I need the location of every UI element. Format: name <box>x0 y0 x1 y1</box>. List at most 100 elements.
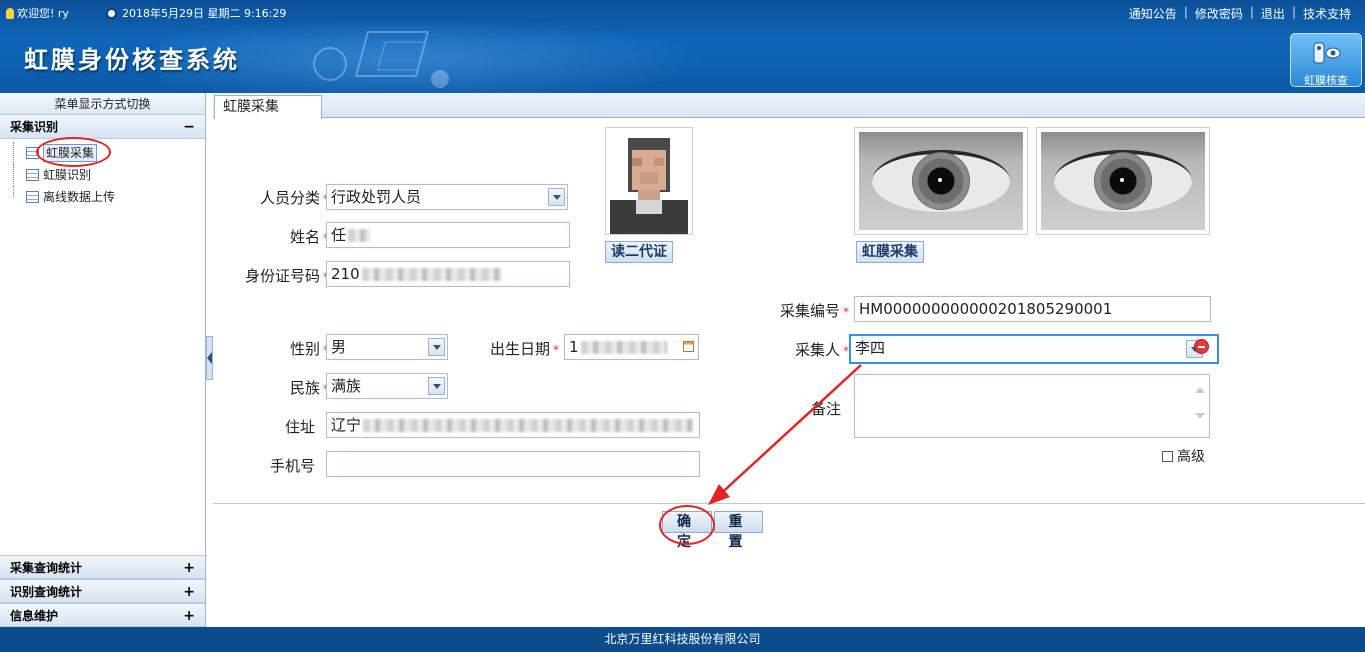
link-tech-support[interactable]: 技术支持 <box>1303 5 1351 22</box>
chevron-down-icon[interactable] <box>428 338 445 356</box>
menu-group-collect-stats[interactable]: 采集查询统计 + <box>0 555 205 579</box>
scroll-up-icon[interactable] <box>1195 387 1205 393</box>
left-iris-image <box>859 132 1023 230</box>
category-label-text: 人员分类 <box>259 189 320 207</box>
id-photo-frame <box>605 127 693 235</box>
menu-group-label: 识别查询统计 <box>10 585 83 599</box>
right-iris-frame <box>1036 127 1210 235</box>
id-photo <box>606 128 692 234</box>
redacted-block <box>363 419 694 432</box>
ethnicity-label-text: 民族 <box>289 379 320 397</box>
collector-value: 李四 <box>855 339 886 357</box>
main-panel: 虹膜采集 人员分类 * 行政处罚人员 姓名* 任 身份证号码* 210 性别* 男… <box>213 93 1365 627</box>
sidebar-item-offline-upload[interactable]: 离线数据上传 <box>0 186 205 208</box>
category-select[interactable]: 行政处罚人员 <box>326 184 568 210</box>
menu-group-collect-identify[interactable]: 采集识别 − <box>0 115 205 139</box>
reset-button[interactable]: 重 置 <box>714 511 763 550</box>
menu-group-identify-stats[interactable]: 识别查询统计 + <box>0 579 205 603</box>
link-separator: | <box>1249 5 1254 19</box>
address-label: 住址 <box>284 418 315 436</box>
datetime-text: 2018年5月29日 星期二 9:16:29 <box>122 7 287 20</box>
birth-date-input[interactable]: 1 <box>564 334 699 360</box>
welcome-message: 欢迎您! ry <box>6 5 69 21</box>
scroll-down-icon[interactable] <box>1195 413 1205 419</box>
name-label: 姓名* <box>229 226 329 247</box>
birth-date-value: 1 <box>569 338 579 356</box>
expand-icon: + <box>183 608 195 624</box>
collapse-icon: − <box>183 119 195 135</box>
phone-input[interactable] <box>326 451 700 477</box>
link-logout[interactable]: 退出 <box>1261 5 1285 22</box>
clock-icon <box>106 7 117 19</box>
sidebar-collapse-handle[interactable] <box>206 336 213 380</box>
id-number-input[interactable]: 210 <box>326 261 570 287</box>
redacted-block <box>361 268 502 281</box>
iris-collect-button[interactable]: 虹膜采集 <box>856 241 924 263</box>
category-value: 行政处罚人员 <box>331 188 422 206</box>
name-input[interactable]: 任 <box>326 222 570 248</box>
chevron-down-icon[interactable] <box>548 188 565 206</box>
sidebar-item-iris-identify[interactable]: 虹膜识别 <box>0 164 205 186</box>
system-title: 虹膜身份核查系统 <box>24 45 240 74</box>
redacted-block <box>580 341 667 354</box>
app-header: 欢迎您! ry 2018年5月29日 星期二 9:16:29 通知公告 | 修改… <box>0 0 1365 93</box>
link-announcements[interactable]: 通知公告 <box>1129 5 1177 22</box>
address-input[interactable]: 辽宁 <box>326 412 700 438</box>
menu-group-label: 采集识别 <box>10 120 59 134</box>
gender-select[interactable]: 男 <box>326 334 448 360</box>
id-number-label: 身份证号码* <box>219 265 329 286</box>
read-id-card-button[interactable]: 读二代证 <box>605 241 673 263</box>
tree-connector <box>13 186 14 197</box>
iris-check-button[interactable]: 虹膜核查 <box>1290 33 1362 87</box>
gender-value: 男 <box>331 338 347 356</box>
calendar-icon[interactable] <box>683 341 694 352</box>
advanced-checkbox-row[interactable]: 高级 <box>1162 446 1205 466</box>
welcome-text: 欢迎您! ry <box>17 7 69 20</box>
collector-label: 采集人 * <box>753 339 849 360</box>
header-decoration-graphic <box>313 31 449 88</box>
gender-label: 性别* <box>229 338 329 359</box>
menu-group-label: 信息维护 <box>10 609 59 623</box>
ethnicity-label: 民族* <box>229 377 329 398</box>
header-topbar: 欢迎您! ry 2018年5月29日 星期二 9:16:29 通知公告 | 修改… <box>0 0 1365 24</box>
collect-number-input[interactable]: HM000000000000201805290001 <box>854 296 1211 322</box>
ethnicity-select[interactable]: 满族 <box>326 373 448 399</box>
collector-select[interactable]: 李四 <box>849 334 1219 364</box>
tab-iris-collect[interactable]: 虹膜采集 <box>214 95 322 119</box>
tab-bar: 虹膜采集 <box>213 93 1365 119</box>
sidebar-item-label: 虹膜识别 <box>43 168 92 182</box>
collector-label-text: 采集人 <box>794 341 840 359</box>
address-value: 辽宁 <box>331 416 362 434</box>
annotation-circle-menu <box>36 137 111 167</box>
iris-glint <box>1120 178 1124 182</box>
sidebar-bottom-groups: 采集查询统计 + 识别查询统计 + 信息维护 + <box>0 555 205 627</box>
lightbulb-icon <box>6 7 14 19</box>
menu-group-label: 采集查询统计 <box>10 561 83 575</box>
expand-icon: + <box>183 560 195 576</box>
link-separator: | <box>1291 5 1296 19</box>
remark-textarea[interactable] <box>854 374 1210 438</box>
advanced-label: 高级 <box>1177 449 1205 465</box>
link-separator: | <box>1183 5 1188 19</box>
menu-display-toggle[interactable]: 菜单显示方式切换 <box>0 93 205 115</box>
remove-icon[interactable] <box>1194 339 1209 354</box>
tree-connector <box>13 164 14 186</box>
iris-device-icon <box>1313 42 1341 64</box>
menu-group-info-maintenance[interactable]: 信息维护 + <box>0 603 205 627</box>
expand-icon: + <box>183 584 195 600</box>
document-icon <box>26 191 39 203</box>
iris-check-label: 虹膜核查 <box>1304 74 1348 87</box>
phone-label: 手机号 <box>269 457 315 475</box>
annotation-circle-confirm <box>659 505 715 545</box>
collect-number-label-text: 采集编号 <box>779 302 840 320</box>
link-change-password[interactable]: 修改密码 <box>1195 5 1243 22</box>
divider <box>213 503 1365 504</box>
chevron-down-icon[interactable] <box>428 377 445 395</box>
gender-label-text: 性别 <box>289 340 320 358</box>
name-label-text: 姓名 <box>289 228 320 246</box>
required-mark: * <box>843 305 849 319</box>
id-number-label-text: 身份证号码 <box>244 267 320 285</box>
sidebar: 菜单显示方式切换 采集识别 − 虹膜采集 虹膜识别 离线数据上传 采集查询统计 … <box>0 93 206 627</box>
tree-connector <box>13 142 14 164</box>
advanced-checkbox[interactable] <box>1162 450 1173 462</box>
